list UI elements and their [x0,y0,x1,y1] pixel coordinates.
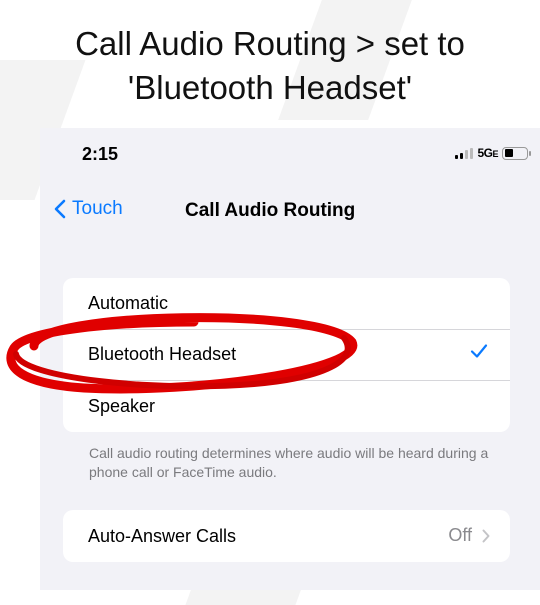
auto-answer-group: Auto-Answer Calls Off [63,510,510,562]
status-bar: 2:15 5GE [40,128,540,176]
battery-icon [502,146,531,160]
routing-option-bluetooth-headset[interactable]: Bluetooth Headset [63,329,510,380]
navigation-bar: Touch Call Audio Routing [40,190,540,230]
routing-option-label: Speaker [88,395,156,416]
status-indicators: 5GE [455,146,531,160]
phone-screen: 2:15 5GE Touch Call Audio Routing Automa… [40,128,540,590]
routing-description: Call audio routing determines where audi… [89,445,489,480]
signal-bars-icon [455,147,474,159]
auto-answer-calls-row[interactable]: Auto-Answer Calls Off [63,510,510,562]
routing-options-list: Automatic Bluetooth Headset Speaker [63,278,510,432]
auto-answer-value: Off [448,525,490,546]
status-time: 2:15 [82,144,119,164]
routing-option-speaker[interactable]: Speaker [63,380,510,432]
network-type: 5GE [477,146,498,160]
caption-line-1: Call Audio Routing > set to [75,25,465,62]
chevron-left-icon [54,199,66,219]
page-title: Call Audio Routing [185,200,356,221]
caption-line-2: 'Bluetooth Headset' [127,69,413,106]
routing-option-label: Automatic [88,293,169,313]
back-button-label: Touch [72,198,123,219]
routing-option-label: Bluetooth Headset [88,344,237,364]
routing-option-automatic[interactable]: Automatic [63,278,510,329]
tutorial-caption: Call Audio Routing > set to 'Bluetooth H… [0,22,540,110]
checkmark-icon [470,344,488,358]
chevron-right-icon [482,529,490,542]
back-button[interactable]: Touch [54,198,123,220]
auto-answer-label: Auto-Answer Calls [88,525,237,546]
